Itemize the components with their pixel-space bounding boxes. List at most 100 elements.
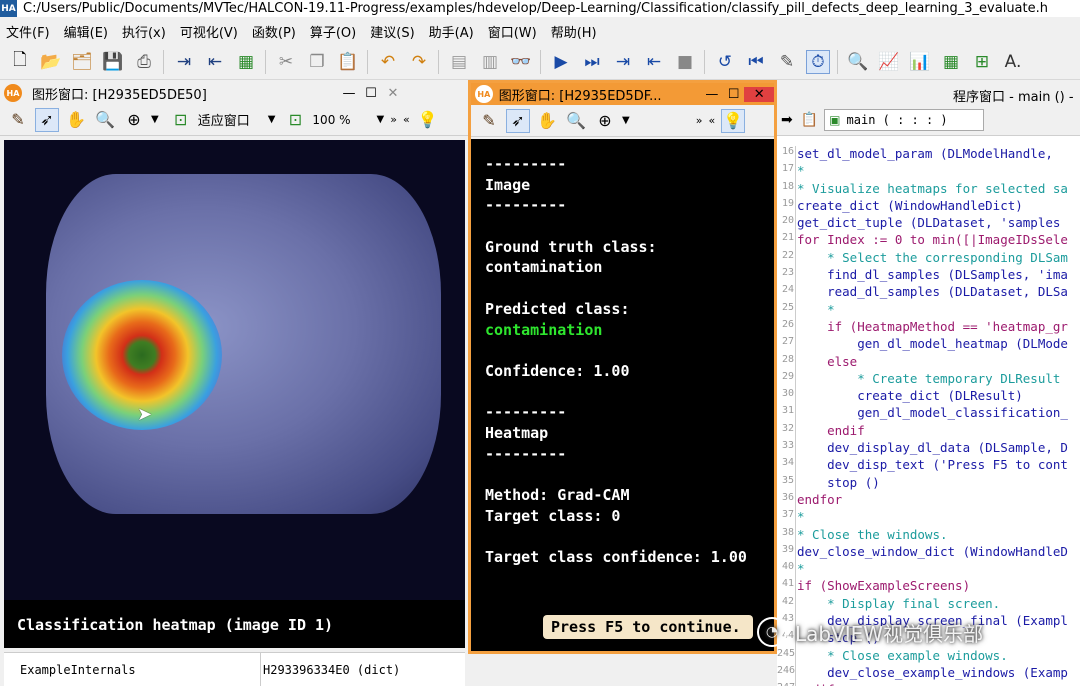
code-line[interactable]: 38 * Close the windows. — [777, 526, 1080, 544]
zoom-window-icon[interactable]: ⊞ — [970, 50, 994, 74]
reset-pc-icon[interactable]: ⏮ — [744, 50, 768, 74]
close-icon[interactable]: ✕ — [382, 86, 404, 101]
minimize-icon[interactable]: — — [701, 87, 723, 102]
zoom-select[interactable]: 适应窗口 — [198, 110, 250, 129]
menu-edit[interactable]: 编辑(E) — [64, 22, 108, 41]
code-line[interactable]: 17 * — [777, 163, 1080, 181]
code-line[interactable]: 247endif — [777, 682, 1080, 686]
reset-program-icon[interactable]: ↺ — [713, 50, 737, 74]
code-line[interactable]: 26 if (HeatmapMethod == 'heatmap_gr — [777, 318, 1080, 337]
graphics-window-1-titlebar[interactable]: HA 图形窗口: [H2935ED5DE50] — ☐ ✕ — [0, 82, 468, 104]
export-icon[interactable]: ⇤ — [203, 50, 227, 74]
menu-execute[interactable]: 执行(x) — [122, 22, 166, 41]
profiler-icon[interactable]: ⏱ — [806, 49, 830, 74]
chevron-down-icon[interactable]: ▼ — [268, 114, 276, 125]
code-editor[interactable]: 16 set_dl_model_param (DLModelHandle, 17 *… — [777, 146, 1080, 686]
pan-hand-icon[interactable]: ✋ — [64, 108, 88, 132]
menu-file[interactable]: 文件(F) — [6, 22, 50, 41]
maximize-icon[interactable]: ☐ — [723, 87, 745, 102]
pointer-icon[interactable]: ➶ — [506, 108, 530, 133]
lightbulb-icon[interactable]: 💡 — [721, 108, 746, 133]
step-out-icon[interactable]: ⇤ — [642, 50, 666, 74]
comment-icon[interactable]: ▤ — [447, 50, 471, 74]
code-line[interactable]: 42 * Display final screen. — [777, 595, 1080, 614]
ocr-icon[interactable]: A. — [1001, 50, 1025, 74]
code-line[interactable]: 36 endfor — [777, 491, 1080, 510]
lightbulb-icon[interactable]: 💡 — [416, 108, 440, 132]
code-line[interactable]: 18 * Visualize heatmaps for selected sa — [777, 180, 1080, 198]
import-icon[interactable]: ⇥ — [172, 50, 196, 74]
code-line[interactable]: 24 read_dl_samples (DLDataset, DLSa — [777, 284, 1080, 302]
code-line[interactable]: 40 * — [777, 561, 1080, 579]
code-line[interactable]: 246 dev_close_example_windows (Examp — [777, 664, 1080, 683]
grid-icon[interactable]: ▦ — [234, 50, 258, 74]
open-folder-icon[interactable]: 📂 — [39, 50, 63, 74]
code-line[interactable]: 27 gen_dl_model_heatmap (DLMode — [777, 336, 1080, 354]
menu-window[interactable]: 窗口(W) — [488, 22, 537, 41]
arrow-right-icon[interactable]: ➡ — [781, 112, 793, 128]
paste-icon[interactable]: 📋 — [336, 50, 360, 74]
menu-visualize[interactable]: 可视化(V) — [180, 22, 238, 41]
new-file-icon[interactable]: 🗋 — [8, 50, 32, 74]
line-profile-icon[interactable]: 📈 — [877, 50, 901, 74]
chevron-down-icon[interactable]: ▼ — [377, 114, 385, 125]
zoom-percent[interactable]: 100 % — [312, 113, 350, 127]
code-line[interactable]: 23 find_dl_samples (DLSamples, 'ima — [777, 267, 1080, 285]
code-line[interactable]: 22 * Select the corresponding DLSam — [777, 249, 1080, 268]
code-line[interactable]: 28 else — [777, 353, 1080, 371]
edit-pen-icon[interactable]: ✎ — [6, 108, 30, 132]
maximize-icon[interactable]: ☐ — [360, 86, 382, 101]
print-icon[interactable]: ⎙ — [132, 50, 156, 74]
minimize-icon[interactable]: — — [338, 86, 360, 101]
code-line[interactable]: 37 * — [777, 509, 1080, 527]
open-example-icon[interactable]: 🗂 — [70, 50, 94, 74]
zoom-icon[interactable]: 🔍 — [93, 108, 117, 132]
step-over-icon[interactable]: ⏭ — [580, 50, 604, 74]
clipboard-icon[interactable]: 📋 — [801, 112, 818, 128]
variable-row[interactable]: ExampleInternals H293396334E0 (dict) — [4, 652, 465, 686]
menu-procedures[interactable]: 函数(P) — [252, 22, 296, 41]
histogram-icon[interactable]: 📊 — [908, 50, 932, 74]
uncomment-icon[interactable]: ▥ — [478, 50, 502, 74]
edit-procedure-icon[interactable]: ✎ — [775, 50, 799, 74]
graphics-window-2-titlebar[interactable]: HA 图形窗口: [H2935ED5DF... — ☐ ✕ — [471, 83, 774, 105]
code-line[interactable]: 33 dev_display_dl_data (DLSample, D — [777, 440, 1080, 458]
code-line[interactable]: 41 if (ShowExampleScreens) — [777, 578, 1080, 596]
fit-window-icon[interactable]: ⊡ — [169, 108, 193, 132]
pan-hand-icon[interactable]: ✋ — [535, 109, 559, 133]
run-icon[interactable]: ▶ — [549, 50, 573, 74]
code-line[interactable]: 34 dev_disp_text ('Press F5 to cont — [777, 457, 1080, 475]
chevron-down-icon[interactable]: ▼ — [151, 114, 159, 125]
code-line[interactable]: 29 * Create temporary DLResult — [777, 370, 1080, 389]
chevron-down-icon[interactable]: ▼ — [622, 115, 630, 126]
zoom-plus-icon[interactable]: ⊕ — [122, 108, 146, 132]
stop-icon[interactable]: ■ — [673, 50, 697, 74]
pointer-icon[interactable]: ➶ — [35, 107, 59, 132]
double-chevron-right-icon[interactable]: » — [390, 113, 397, 126]
code-line[interactable]: 32 endif — [777, 422, 1080, 441]
undo-icon[interactable]: ↶ — [376, 50, 400, 74]
redo-icon[interactable]: ↷ — [407, 50, 431, 74]
code-line[interactable]: 35 stop () — [777, 474, 1080, 492]
procedure-select[interactable]: ▣ main ( : : : ) — [824, 108, 985, 131]
menu-help[interactable]: 帮助(H) — [551, 22, 597, 41]
feature-inspection-icon[interactable]: ▦ — [939, 50, 963, 74]
cut-icon[interactable]: ✂ — [274, 50, 298, 74]
code-line[interactable]: 31 gen_dl_model_classification_ — [777, 405, 1080, 423]
graphics-canvas-2[interactable]: --------- Image --------- Ground truth c… — [471, 139, 774, 651]
double-chevron-right-icon[interactable]: » — [696, 114, 703, 127]
menu-suggestions[interactable]: 建议(S) — [370, 22, 414, 41]
menu-operators[interactable]: 算子(O) — [310, 22, 356, 41]
zoom-icon[interactable]: 🔍 — [564, 109, 588, 133]
code-line[interactable]: 19 create_dict (WindowHandleDict) — [777, 197, 1080, 216]
code-line[interactable]: 21 for Index := 0 to min([|ImageIDsSele — [777, 232, 1080, 250]
edit-pen-icon[interactable]: ✎ — [477, 109, 501, 133]
menu-assistants[interactable]: 助手(A) — [429, 22, 474, 41]
save-icon[interactable]: 💾 — [101, 50, 125, 74]
code-line[interactable]: 39 dev_close_window_dict (WindowHandleD — [777, 543, 1080, 562]
code-line[interactable]: 16 set_dl_model_param (DLModelHandle, — [777, 146, 1080, 164]
zoom-plus-icon[interactable]: ⊕ — [593, 109, 617, 133]
code-line[interactable]: 20 get_dict_tuple (DLDataset, 'samples — [777, 215, 1080, 233]
step-into-icon[interactable]: ⇥ — [611, 50, 635, 74]
find-icon[interactable]: 👓 — [509, 50, 533, 74]
